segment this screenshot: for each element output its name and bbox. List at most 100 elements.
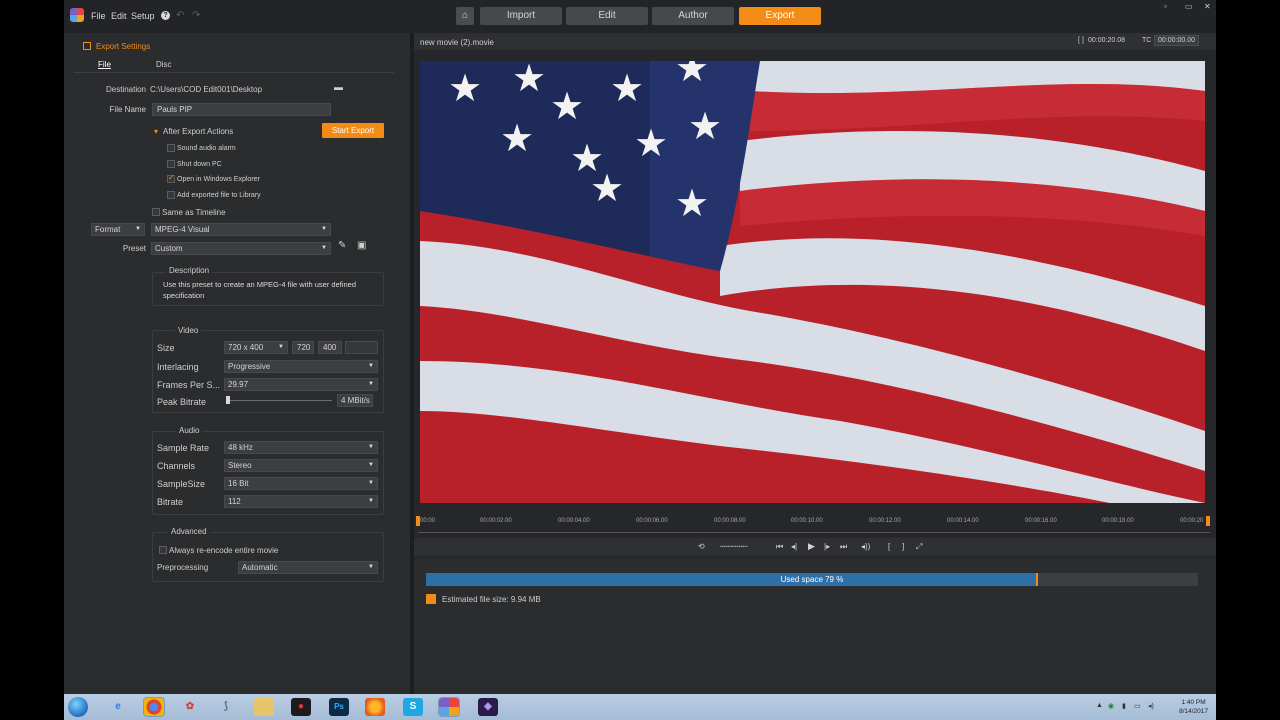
tab-export[interactable]: Export	[739, 7, 821, 25]
format-dropdown[interactable]: Format ▼	[91, 223, 145, 236]
chrome-icon[interactable]	[143, 697, 165, 717]
svg-text:★: ★	[675, 61, 709, 90]
open-explorer-checkbox[interactable]	[167, 173, 175, 183]
undo-icon[interactable]: ↶	[176, 10, 184, 21]
file-name-input[interactable]: Pauls PIP	[152, 103, 331, 116]
timeline-end-marker[interactable]	[1206, 516, 1210, 526]
internet-explorer-icon[interactable]: e	[108, 698, 128, 716]
app-icon-11[interactable]: ◈	[478, 698, 498, 716]
app-logo-icon	[70, 8, 84, 22]
subtab-file[interactable]: File	[98, 60, 111, 69]
home-icon[interactable]: ⌂	[456, 7, 474, 25]
collapse-arrow-icon[interactable]: ▾	[154, 127, 158, 136]
width-input[interactable]: 720	[292, 341, 314, 354]
loop-icon[interactable]: ⟲	[698, 542, 705, 551]
bitrate-value[interactable]: 4 MBit/s	[337, 394, 373, 407]
export-settings-icon	[83, 42, 91, 50]
tab-author[interactable]: Author	[652, 7, 734, 25]
subtab-disc[interactable]: Disc	[156, 60, 172, 69]
menu-file[interactable]: File	[91, 11, 106, 21]
tray-icon[interactable]: ▭	[1134, 702, 1141, 710]
after-export-label[interactable]: After Export Actions	[163, 127, 233, 136]
minimize-button[interactable]: ▫	[1164, 2, 1167, 11]
redo-icon[interactable]: ↷	[192, 10, 200, 21]
system-clock[interactable]: 1:40 PM 8/14/2017	[1179, 698, 1208, 716]
speaker-icon[interactable]: ◂)	[1148, 702, 1154, 710]
channels-select[interactable]: Stereo ▼	[224, 459, 378, 472]
subtab-divider	[74, 72, 394, 73]
file-explorer-icon[interactable]	[254, 698, 274, 716]
format-select[interactable]: MPEG-4 Visual ▼	[151, 223, 331, 236]
restore-button[interactable]: ▭	[1185, 2, 1193, 11]
go-to-start-icon[interactable]: ⏮	[776, 542, 783, 552]
timeline-ruler[interactable]: 00:00 00:00:02.00 00:00:04.00 00:00:06.0…	[418, 515, 1210, 529]
advanced-title: Advanced	[168, 527, 210, 536]
ruler-tick: 00:00:10.00	[791, 518, 823, 524]
folder-browse-icon[interactable]: ▬	[334, 82, 343, 92]
pinnacle-taskbar-icon[interactable]	[438, 697, 460, 717]
sample-rate-select[interactable]: 48 kHz ▼	[224, 441, 378, 454]
menu-edit[interactable]: Edit	[111, 11, 127, 21]
description-text: Use this preset to create an MPEG-4 file…	[163, 280, 357, 300]
svg-text:★: ★	[448, 66, 482, 110]
windows-taskbar: e ✿ ⟆ ● Ps S ◈ ▲ ◉ ▮ ▭ ◂) 1:40 PM 8/14/2…	[64, 694, 1216, 720]
step-forward-icon[interactable]: |▸	[824, 542, 830, 551]
mark-out-icon[interactable]: ]	[902, 542, 904, 551]
skype-icon[interactable]: S	[403, 698, 423, 716]
audio-bitrate-select[interactable]: 112 ▼	[224, 495, 378, 508]
size-select[interactable]: 720 x 400 ▼	[224, 341, 288, 354]
save-preset-icon[interactable]: ▣	[357, 240, 366, 251]
shutdown-checkbox[interactable]	[167, 160, 175, 168]
preview-panel: new movie (2).movie [ ] 00:00:20.08 TC 0…	[414, 33, 1216, 694]
tc-value[interactable]: 00:00:00.00	[1154, 35, 1199, 46]
tab-import[interactable]: Import	[480, 7, 562, 25]
sound-alarm-checkbox[interactable]	[167, 144, 175, 152]
samplesize-select[interactable]: 16 Bit ▼	[224, 477, 378, 490]
tab-edit[interactable]: Edit	[566, 7, 648, 25]
mark-in-icon[interactable]: [	[888, 542, 890, 551]
fps-select[interactable]: 29.97 ▼	[224, 378, 378, 391]
firefox-icon[interactable]	[365, 698, 385, 716]
shuttle-icon[interactable]: ┄┄┄┄┄┄┄	[720, 542, 748, 551]
recorder-icon[interactable]: ●	[291, 698, 311, 716]
tray-icon[interactable]: ◉	[1108, 702, 1114, 710]
bitrate-slider-thumb[interactable]	[226, 396, 230, 404]
preprocessing-select[interactable]: Automatic ▼	[238, 561, 378, 574]
height-input[interactable]: 400	[318, 341, 342, 354]
reencode-checkbox[interactable]	[159, 546, 167, 554]
add-library-checkbox[interactable]	[167, 191, 175, 199]
scrub-bar[interactable]	[418, 532, 1210, 533]
aspect-input	[345, 341, 378, 354]
file-info-area: Used space 79 % Estimated file size: 9.9…	[414, 559, 1216, 694]
same-as-timeline-label: Same as Timeline	[162, 208, 226, 217]
peak-bitrate-label: Peak Bitrate	[157, 397, 207, 407]
go-to-end-icon[interactable]: ⏭	[840, 542, 847, 552]
app-icon-3[interactable]: ✿	[180, 698, 200, 716]
volume-icon[interactable]: ◂))	[861, 542, 870, 551]
bitrate-slider-track[interactable]	[226, 400, 332, 401]
step-back-icon[interactable]: ◂|	[791, 542, 797, 551]
transport-controls: ⟲ ┄┄┄┄┄┄┄ ⏮ ◂| ▶ |▸ ⏭ ◂)) [ ] ⤢	[414, 538, 1216, 556]
menu-setup[interactable]: Setup	[131, 11, 155, 21]
ruler-tick: 00:00:18.00	[1102, 518, 1134, 524]
close-button[interactable]: ✕	[1204, 2, 1211, 11]
destination-path[interactable]: C:\Users\COD Edit001\Desktop	[150, 85, 262, 94]
start-export-button[interactable]: Start Export	[322, 123, 384, 138]
preprocessing-label: Preprocessing	[157, 563, 209, 572]
network-icon[interactable]: ▮	[1122, 702, 1126, 710]
edit-preset-icon[interactable]: ✎	[338, 240, 346, 251]
movie-name: new movie (2).movie	[420, 38, 494, 47]
tray-arrow-icon[interactable]: ▲	[1096, 702, 1103, 709]
export-settings-header: Export Settings	[83, 42, 150, 51]
help-icon[interactable]: ?	[161, 11, 170, 20]
fullscreen-icon[interactable]: ⤢	[916, 542, 922, 552]
preset-select[interactable]: Custom ▼	[151, 242, 331, 255]
app-icon-4[interactable]: ⟆	[216, 698, 236, 716]
same-as-timeline-checkbox[interactable]	[152, 208, 160, 216]
interlacing-select[interactable]: Progressive ▼	[224, 360, 378, 373]
start-button-icon[interactable]	[68, 697, 88, 717]
photoshop-icon[interactable]: Ps	[329, 698, 349, 716]
svg-text:★: ★	[610, 66, 644, 110]
play-icon[interactable]: ▶	[808, 541, 815, 552]
video-preview[interactable]: ★ ★ ★ ★ ★ ★ ★ ★ ★ ★ ★	[420, 61, 1205, 503]
